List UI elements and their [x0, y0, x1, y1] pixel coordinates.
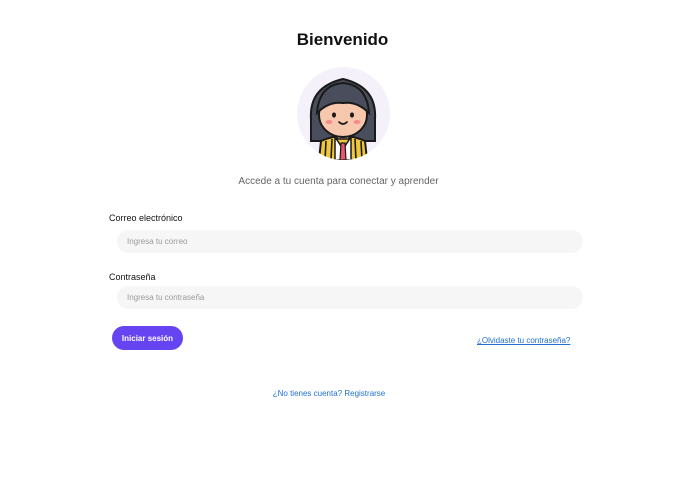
- email-field[interactable]: [117, 230, 583, 253]
- login-page: Bienvenido Accede a tu cuenta para conec…: [0, 0, 685, 481]
- password-field[interactable]: [117, 286, 583, 309]
- password-label: Contraseña: [109, 272, 156, 282]
- email-label: Correo electrónico: [109, 213, 183, 223]
- login-button[interactable]: Iniciar sesión: [112, 326, 183, 350]
- register-link[interactable]: ¿No tienes cuenta? Registrarse: [0, 388, 658, 399]
- page-subtitle: Accede a tu cuenta para conectar y apren…: [238, 176, 439, 187]
- forgot-password-link[interactable]: ¿Olvidaste tu contraseña?: [477, 335, 570, 346]
- page-title: Bienvenido: [296, 30, 389, 49]
- girl-avatar-icon: [297, 67, 390, 160]
